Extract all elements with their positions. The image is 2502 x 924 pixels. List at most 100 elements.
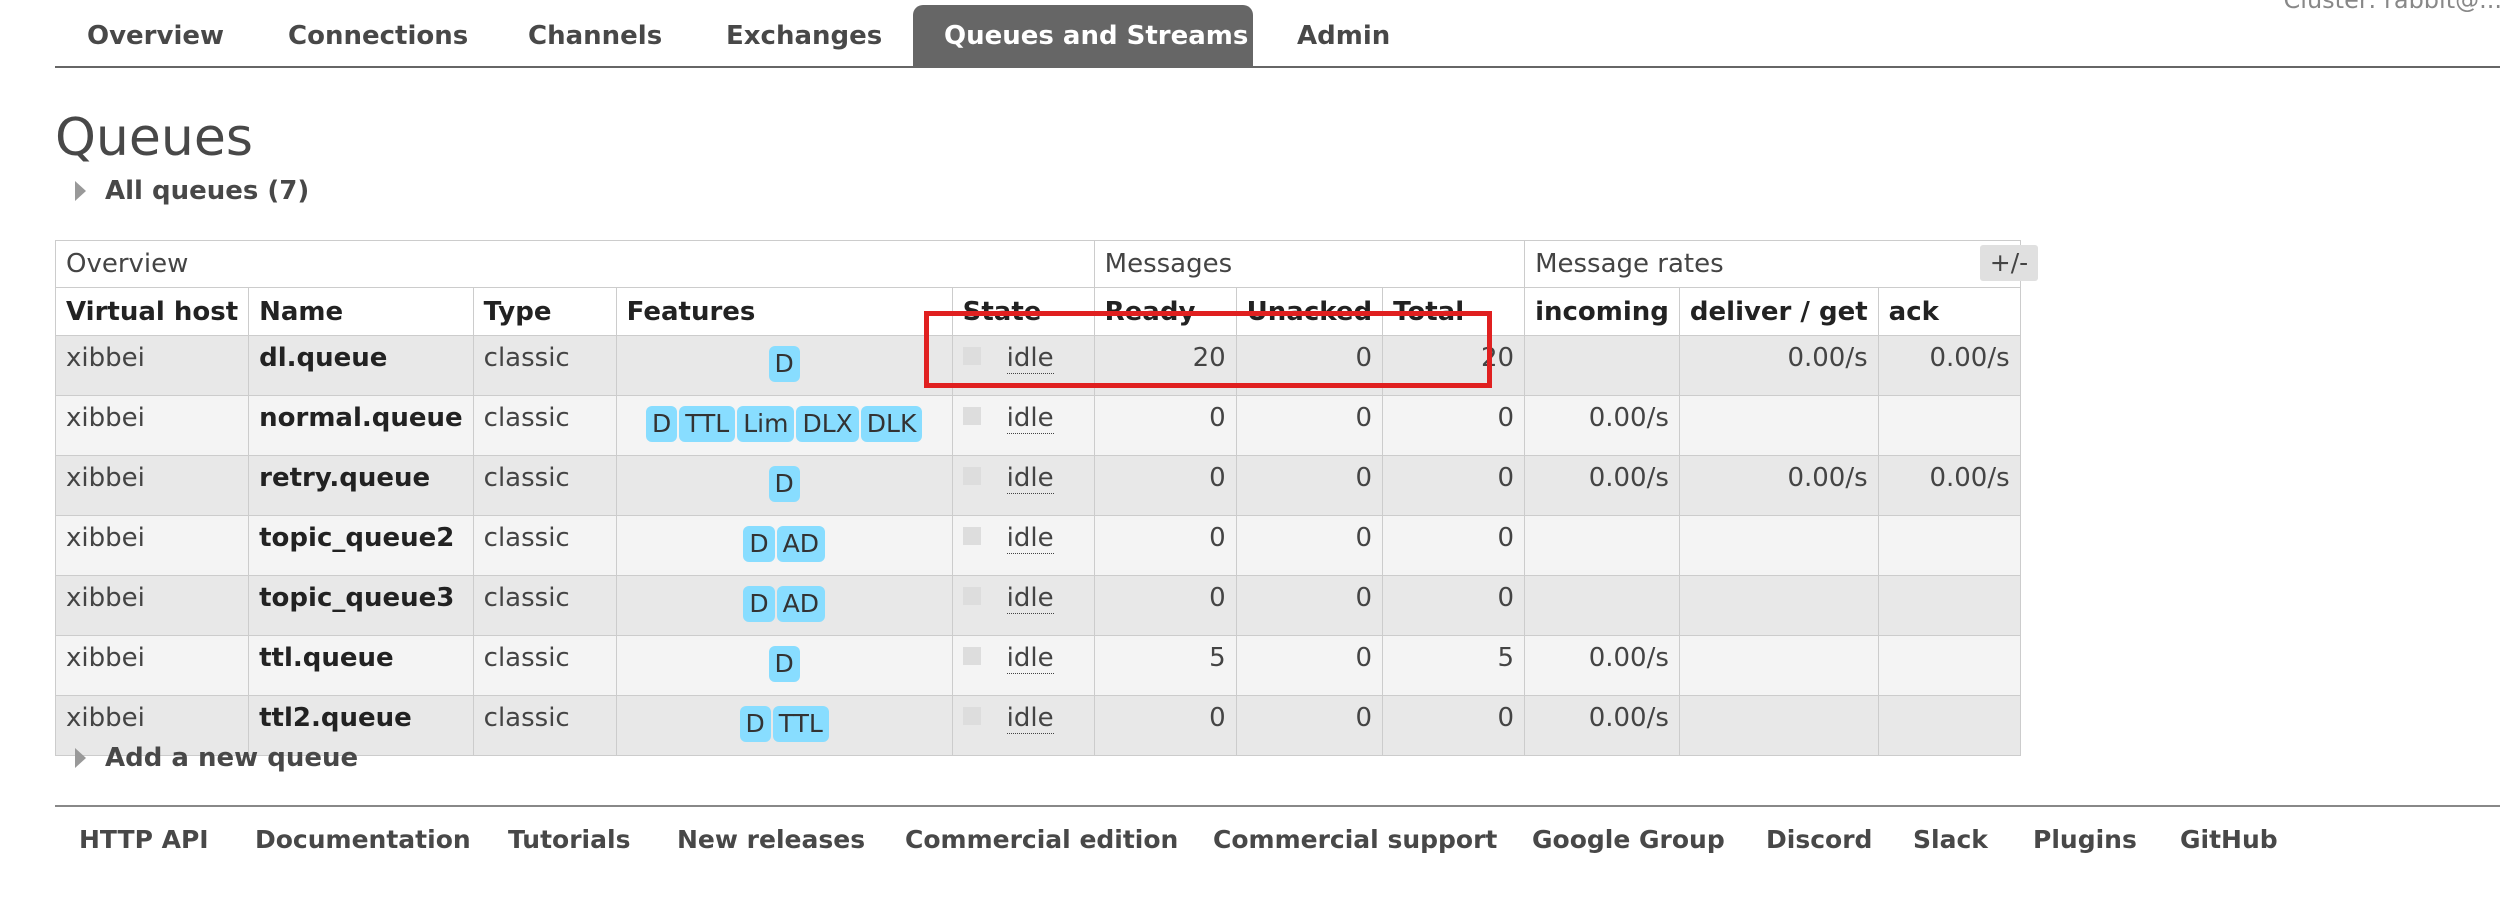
tab-overview[interactable]: Overview (87, 5, 224, 66)
cell-ready: 0 (1093, 455, 1237, 516)
cell-ready: 0 (1093, 575, 1237, 636)
state-indicator-icon (962, 706, 981, 725)
cell-total: 5 (1382, 635, 1526, 696)
cell-deliver-get (1678, 515, 1879, 576)
state-indicator-icon (962, 646, 981, 665)
cell-virtual-host: xibbei (54, 575, 250, 636)
cell-total: 0 (1382, 515, 1526, 576)
feature-badge: D (743, 526, 775, 562)
column-header-deliver-get[interactable]: deliver / get (1678, 287, 1879, 336)
footer-link-github[interactable]: GitHub (2180, 825, 2278, 854)
cell-deliver-get: 0.00/s (1678, 455, 1879, 516)
cell-ready: 0 (1093, 695, 1237, 756)
cell-type: classic (472, 515, 617, 576)
column-header-type[interactable]: Type (472, 287, 617, 336)
state-label: idle (1006, 463, 1054, 494)
state-indicator-icon (962, 466, 981, 485)
state-label: idle (1006, 583, 1054, 614)
cell-deliver-get (1678, 695, 1879, 756)
cell-features: D AD (615, 515, 953, 576)
feature-badge: D (768, 646, 800, 682)
cell-features: D TTL Lim DLX DLK (615, 395, 953, 456)
cell-state: idle (951, 455, 1095, 516)
cell-type: classic (472, 575, 617, 636)
cell-queue-name[interactable]: ttl.queue (248, 635, 474, 696)
table-row[interactable]: xibbei ttl.queue classic Didle 5 0 5 0.00/s (54, 635, 2021, 696)
footer-link-plugins[interactable]: Plugins (2033, 825, 2137, 854)
table-row[interactable]: xibbei topic_queue2 classic D AD idle 0 0 0 (54, 515, 2021, 576)
cell-state: idle (951, 695, 1095, 756)
group-header-message-rates: Message rates (1524, 240, 2021, 288)
cell-virtual-host: xibbei (54, 515, 250, 576)
feature-badge: DLX (796, 406, 859, 442)
footer-link-documentation[interactable]: Documentation (255, 825, 471, 854)
feature-badge: TTL (679, 406, 736, 442)
footer-link-google-group[interactable]: Google Group (1532, 825, 1725, 854)
cell-unacked: 0 (1235, 515, 1384, 576)
cell-virtual-host: xibbei (54, 455, 250, 516)
all-queues-toggle[interactable]: All queues (7) (75, 176, 309, 206)
column-header-ack[interactable]: ack (1877, 287, 2021, 336)
cell-ack (1877, 695, 2021, 756)
cell-queue-name[interactable]: normal.queue (248, 395, 474, 456)
state-indicator-icon (962, 526, 981, 545)
cell-queue-name[interactable]: dl.queue (248, 335, 474, 396)
footer-link-commercial-support[interactable]: Commercial support (1213, 825, 1497, 854)
footer-link-discord[interactable]: Discord (1766, 825, 1872, 854)
footer-link-commercial-edition[interactable]: Commercial edition (905, 825, 1178, 854)
main-nav-tabs: Overview Connections Channels Exchanges … (55, 0, 2500, 68)
cell-incoming: 0.00/s (1524, 395, 1680, 456)
cell-deliver-get (1678, 575, 1879, 636)
column-header-virtual-host[interactable]: Virtual host (54, 287, 250, 336)
cell-unacked: 0 (1235, 695, 1384, 756)
cell-type: classic (472, 395, 617, 456)
cell-incoming (1524, 575, 1680, 636)
cell-unacked: 0 (1235, 635, 1384, 696)
footer-link-slack[interactable]: Slack (1913, 825, 1988, 854)
cell-total: 0 (1382, 455, 1526, 516)
cell-ready: 0 (1093, 515, 1237, 576)
page-title: Queues (55, 108, 253, 168)
cell-incoming: 0.00/s (1524, 455, 1680, 516)
state-label: idle (1006, 643, 1054, 674)
cell-total: 0 (1382, 395, 1526, 456)
columns-toggle-button[interactable]: +/- (1980, 245, 2038, 281)
cell-ready: 5 (1093, 635, 1237, 696)
column-header-incoming[interactable]: incoming (1524, 287, 1680, 336)
feature-badge: D (768, 346, 800, 382)
footer-link-new-releases[interactable]: New releases (677, 825, 865, 854)
tab-channels[interactable]: Channels (528, 5, 662, 66)
add-queue-toggle[interactable]: Add a new queue (75, 743, 358, 773)
state-label: idle (1006, 703, 1054, 734)
footer-link-tutorials[interactable]: Tutorials (508, 825, 630, 854)
cell-type: classic (472, 695, 617, 756)
tab-admin[interactable]: Admin (1297, 5, 1390, 66)
cell-unacked: 0 (1235, 455, 1384, 516)
feature-badge: D (768, 466, 800, 502)
cell-incoming (1524, 335, 1680, 396)
tab-connections[interactable]: Connections (288, 5, 468, 66)
table-row[interactable]: xibbei topic_queue3 classic D AD idle 0 0 0 (54, 575, 2021, 636)
triangle-right-icon (75, 748, 86, 768)
cell-virtual-host: xibbei (54, 335, 250, 396)
tab-queues-and-streams[interactable]: Queues and Streams (913, 5, 1253, 66)
cell-deliver-get (1678, 635, 1879, 696)
cell-total: 0 (1382, 695, 1526, 756)
feature-badge: TTL (772, 706, 829, 742)
tab-exchanges[interactable]: Exchanges (726, 5, 882, 66)
triangle-right-icon (75, 181, 86, 201)
cell-queue-name[interactable]: topic_queue2 (248, 515, 474, 576)
footer-link-http-api[interactable]: HTTP API (79, 825, 209, 854)
cell-queue-name[interactable]: retry.queue (248, 455, 474, 516)
cell-deliver-get: 0.00/s (1678, 335, 1879, 396)
table-row[interactable]: xibbei retry.queue classic Didle 0 0 0 0.00/s 0.… (54, 455, 2021, 516)
table-row[interactable]: xibbei normal.queue classic D TTL Lim DLX DLK id… (54, 395, 2021, 456)
feature-badge: D (645, 406, 678, 442)
cell-ack (1877, 395, 2021, 456)
column-header-name[interactable]: Name (248, 287, 474, 336)
cell-ack (1877, 575, 2021, 636)
cell-queue-name[interactable]: topic_queue3 (248, 575, 474, 636)
group-header-messages: Messages (1093, 240, 1526, 288)
all-queues-label: All queues (7) (105, 176, 310, 206)
cell-type: classic (472, 335, 617, 396)
